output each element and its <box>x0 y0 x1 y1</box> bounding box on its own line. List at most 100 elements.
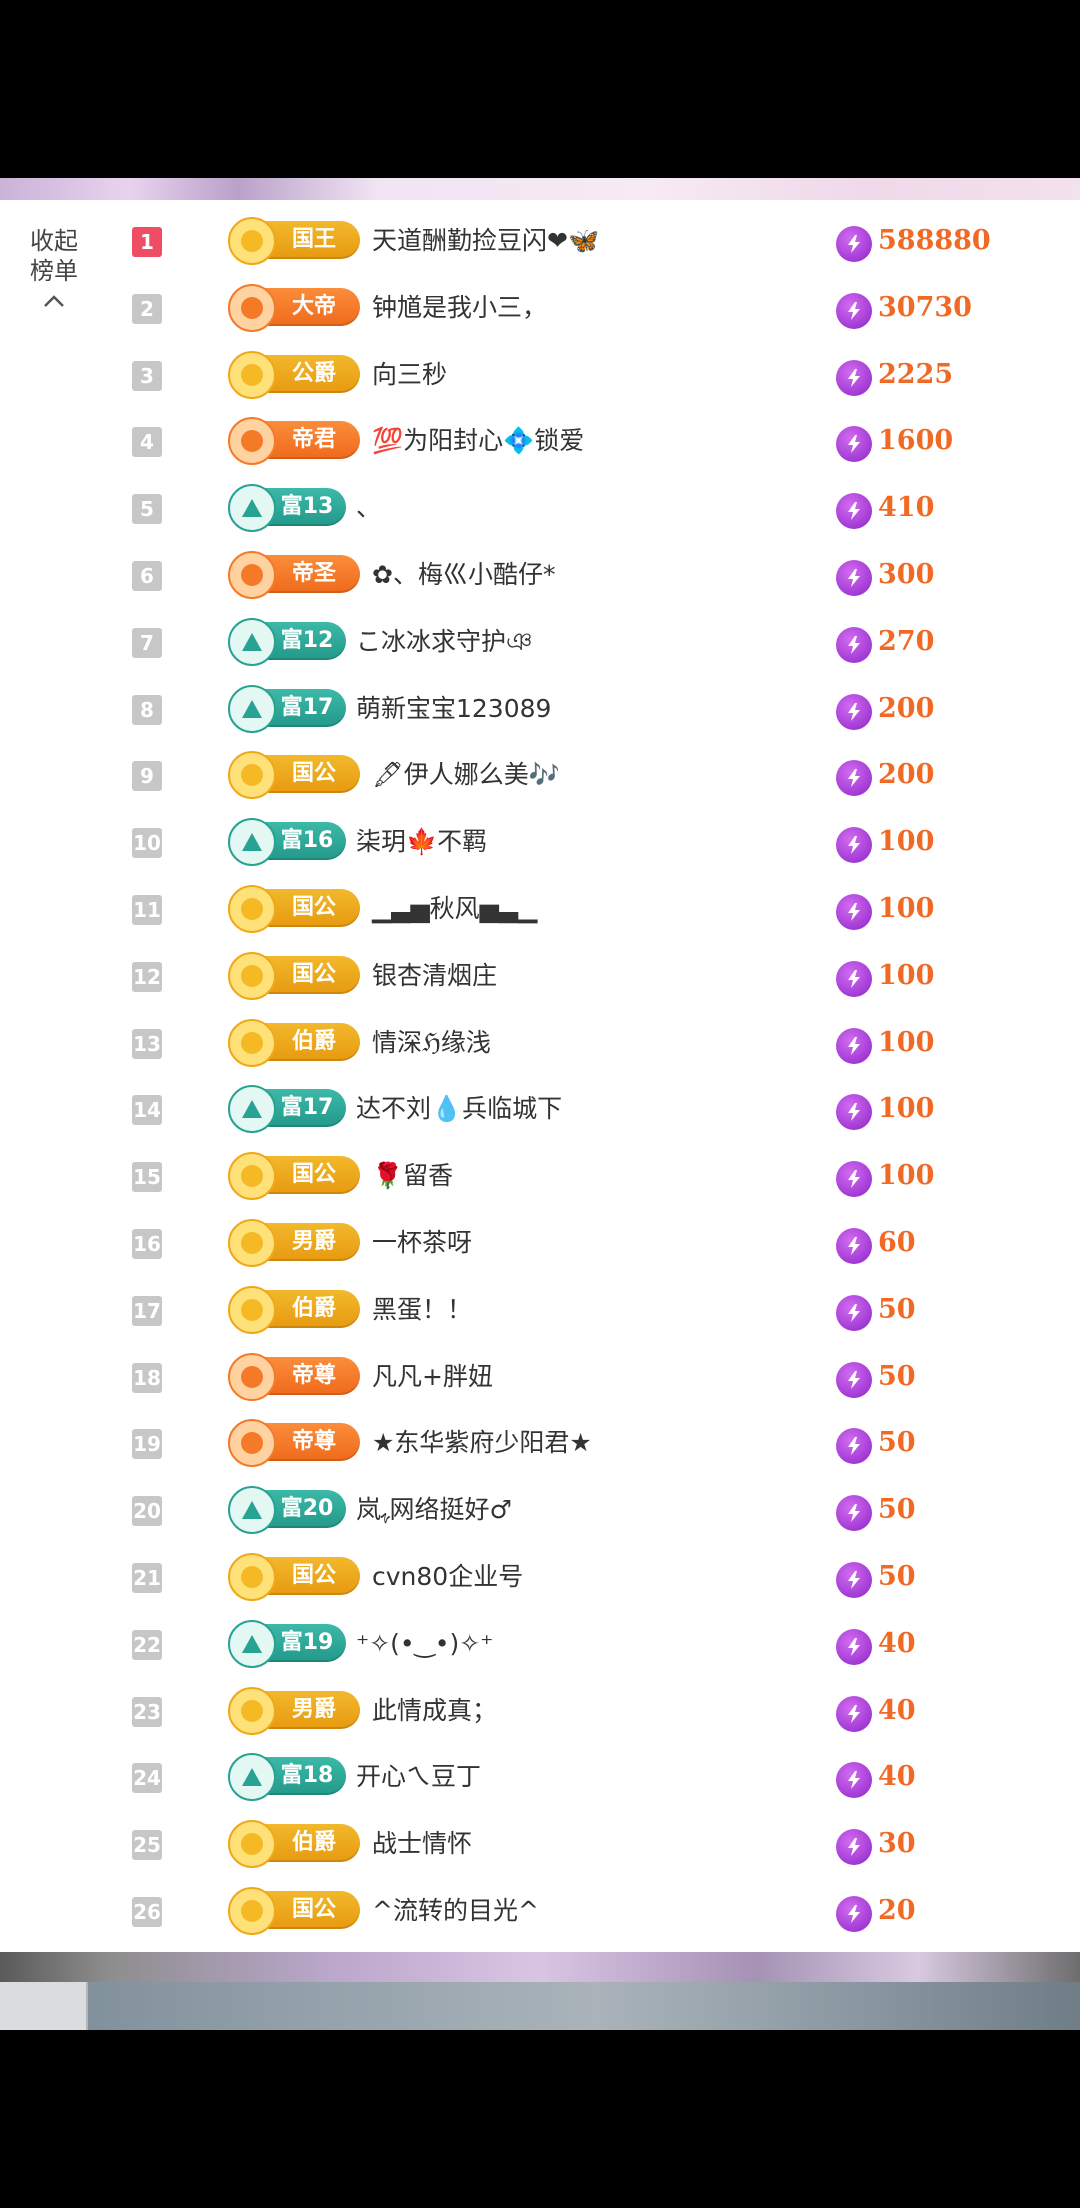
badge-label: 富19 <box>280 1629 334 1655</box>
contribution-score: 200 <box>878 692 935 724</box>
wealth-level-icon <box>228 617 276 666</box>
level-badge: 富17 <box>228 684 346 733</box>
user-name[interactable]: ▁▃▅秋风▅▃▁ <box>372 894 537 924</box>
level-badge: 帝尊 <box>228 1419 360 1468</box>
rank-number: 24 <box>132 1763 162 1794</box>
badge-label: 伯爵 <box>291 1830 336 1856</box>
lightning-gift-icon <box>836 960 872 997</box>
user-name[interactable]: 达不刘💧兵临城下 <box>356 1094 562 1124</box>
bottom-tab[interactable] <box>0 1982 88 2030</box>
user-name[interactable]: 柒玥🍁不羁 <box>356 827 487 857</box>
leaderboard-row[interactable]: 4 帝君 💯为阳封心💠锁爱 1600 <box>0 408 1080 474</box>
leaderboard-row[interactable]: 11 国公 ▁▃▅秋风▅▃▁ 100 <box>0 876 1080 942</box>
noble-rank-icon <box>228 1820 276 1869</box>
noble-rank-icon <box>228 1419 276 1468</box>
noble-rank-icon <box>228 283 276 332</box>
user-name[interactable]: 岚ﮩ网络挺好♂ <box>356 1495 512 1525</box>
noble-rank-icon <box>228 217 276 265</box>
badge-label: 帝君 <box>291 427 336 453</box>
leaderboard-row[interactable]: 16 男爵 一杯茶呀 60 <box>0 1210 1080 1276</box>
level-badge: 帝君 <box>228 417 360 466</box>
level-badge: 富12 <box>228 617 346 666</box>
badge-label: 富17 <box>280 694 334 720</box>
user-name[interactable]: 开心ㄟ豆丁 <box>356 1762 481 1792</box>
noble-rank-icon <box>228 1352 276 1401</box>
user-name[interactable]: 向三秒 <box>372 360 447 390</box>
user-name[interactable]: 凡凡+胖妞 <box>372 1362 493 1392</box>
leaderboard-row[interactable]: 5 富13 、 410 <box>0 475 1080 541</box>
user-name[interactable]: 、 <box>356 493 381 523</box>
user-name[interactable]: 🌹留香 <box>372 1161 453 1191</box>
contribution-score: 100 <box>878 1160 935 1192</box>
user-name[interactable]: 💯为阳封心💠锁爱 <box>372 426 584 456</box>
user-name[interactable]: ★东华紫府少阳君★ <box>372 1428 592 1458</box>
leaderboard-row[interactable]: 21 国公 cvn80企业号 50 <box>0 1544 1080 1610</box>
user-name[interactable]: こ冰冰求守护ঞ <box>356 627 532 657</box>
level-badge: 富19 <box>228 1619 346 1668</box>
badge-label: 富17 <box>280 1095 334 1121</box>
leaderboard-row[interactable]: 12 国公 银杏清烟庄 100 <box>0 943 1080 1009</box>
leaderboard-row[interactable]: 26 国公 ^流转的目光^ 20 <box>0 1878 1080 1944</box>
lightning-gift-icon <box>836 1428 872 1465</box>
user-name[interactable]: 萌新宝宝123089 <box>356 694 551 724</box>
contribution-score: 50 <box>878 1561 916 1592</box>
user-name[interactable]: 此情成真； <box>372 1696 497 1726</box>
leaderboard-row[interactable]: 10 富16 柒玥🍁不羁 100 <box>0 809 1080 875</box>
rank-number: 10 <box>132 828 162 859</box>
level-badge: 国公 <box>228 1152 360 1201</box>
level-badge: 伯爵 <box>228 1285 360 1334</box>
leaderboard-row[interactable]: 1 国王 天道酬勤捡豆闪❤🦋 588880 <box>0 208 1080 274</box>
leaderboard-row[interactable]: 23 男爵 此情成真； 40 <box>0 1678 1080 1744</box>
user-name[interactable]: 🖋伊人娜么美🎶 <box>372 760 560 790</box>
user-name[interactable]: 一杯茶呀 <box>372 1228 472 1258</box>
leaderboard-row[interactable]: 18 帝尊 凡凡+胖妞 50 <box>0 1344 1080 1410</box>
contribution-score: 410 <box>878 492 935 524</box>
badge-label: 富16 <box>280 828 334 854</box>
lightning-gift-icon <box>836 894 872 930</box>
leaderboard-row[interactable]: 15 国公 🌹留香 100 <box>0 1143 1080 1209</box>
user-name[interactable]: 情深ℌ缘浅 <box>372 1028 491 1058</box>
bottom-toolbar <box>0 1982 1080 2030</box>
wealth-level-icon <box>228 684 276 733</box>
noble-rank-icon <box>228 1219 276 1267</box>
rank-number: 7 <box>132 627 162 658</box>
user-name[interactable]: ✿、梅巛小酷仔* <box>372 560 555 590</box>
leaderboard-row[interactable]: 25 伯爵 战士情怀 30 <box>0 1811 1080 1877</box>
wealth-level-icon <box>228 1085 276 1134</box>
user-name[interactable]: 战士情怀 <box>372 1829 472 1859</box>
lightning-gift-icon <box>836 693 872 730</box>
leaderboard-row[interactable]: 19 帝尊 ★东华紫府少阳君★ 50 <box>0 1410 1080 1476</box>
contribution-score: 200 <box>878 759 935 791</box>
user-name[interactable]: 银杏清烟庄 <box>372 961 497 991</box>
user-name[interactable]: 天道酬勤捡豆闪❤🦋 <box>372 226 599 256</box>
leaderboard-row[interactable]: 24 富18 开心ㄟ豆丁 40 <box>0 1744 1080 1810</box>
leaderboard-row[interactable]: 6 帝圣 ✿、梅巛小酷仔* 300 <box>0 542 1080 608</box>
leaderboard-row[interactable]: 8 富17 萌新宝宝123089 200 <box>0 676 1080 742</box>
leaderboard-row[interactable]: 22 富19 ⁺✧(•‿•)✧⁺ 40 <box>0 1611 1080 1677</box>
badge-label: 帝尊 <box>291 1362 336 1388</box>
rank-number: 22 <box>132 1629 162 1660</box>
contribution-score: 30730 <box>878 291 972 323</box>
badge-label: 国公 <box>291 1162 336 1188</box>
leaderboard-row[interactable]: 17 伯爵 黑蛋！！ 50 <box>0 1277 1080 1343</box>
user-name[interactable]: 黑蛋！！ <box>372 1295 472 1325</box>
noble-rank-icon <box>228 551 276 599</box>
leaderboard-row[interactable]: 13 伯爵 情深ℌ缘浅 100 <box>0 1010 1080 1076</box>
level-badge: 大帝 <box>228 283 360 332</box>
leaderboard-row[interactable]: 2 大帝 钟馗是我小三， 30730 <box>0 275 1080 341</box>
leaderboard-row[interactable]: 7 富12 こ冰冰求守护ঞ 270 <box>0 609 1080 675</box>
noble-rank-icon <box>228 1152 276 1201</box>
user-name[interactable]: ⁺✧(•‿•)✧⁺ <box>356 1629 493 1659</box>
leaderboard-row[interactable]: 9 国公 🖋伊人娜么美🎶 200 <box>0 742 1080 808</box>
contribution-score: 100 <box>878 1093 935 1125</box>
leaderboard-row[interactable]: 20 富20 岚ﮩ网络挺好♂ 50 <box>0 1477 1080 1543</box>
level-badge: 国公 <box>228 1887 360 1935</box>
contribution-score: 40 <box>878 1694 916 1726</box>
leaderboard-row[interactable]: 14 富17 达不刘💧兵临城下 100 <box>0 1076 1080 1142</box>
contribution-score: 40 <box>878 1627 916 1659</box>
leaderboard-row[interactable]: 3 公爵 向三秒 2225 <box>0 342 1080 408</box>
badge-label: 国公 <box>291 1897 336 1922</box>
user-name[interactable]: ^流转的目光^ <box>372 1896 539 1926</box>
user-name[interactable]: cvn80企业号 <box>372 1562 523 1592</box>
user-name[interactable]: 钟馗是我小三， <box>372 293 547 323</box>
